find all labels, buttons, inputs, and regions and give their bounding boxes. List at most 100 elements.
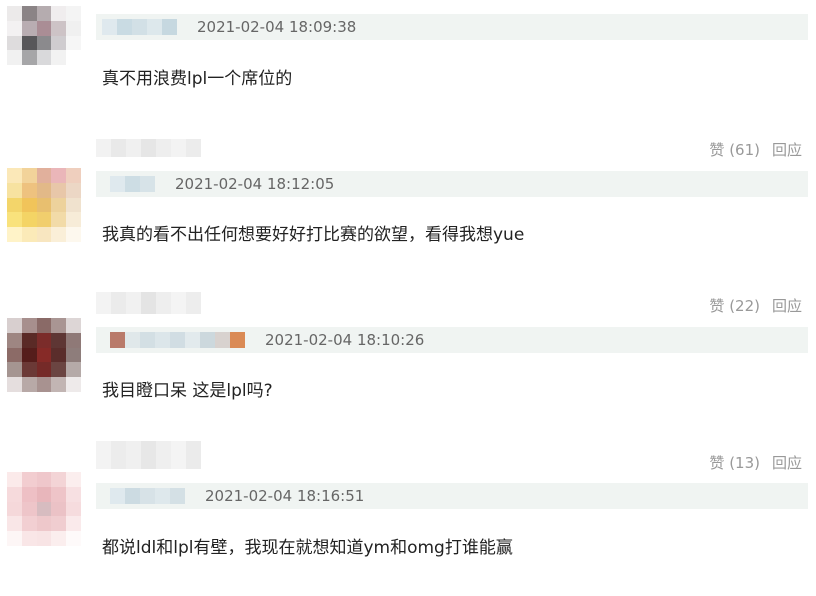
- reply-button[interactable]: 回应: [772, 452, 802, 473]
- avatar-mosaic-cell: [7, 227, 22, 242]
- avatar-mosaic-cell: [51, 20, 67, 36]
- avatar-mosaic-cell: [7, 182, 22, 198]
- avatar-mosaic-cell: [21, 362, 37, 378]
- avatar-mosaic-cell: [66, 501, 81, 517]
- reply-button[interactable]: 回应: [772, 139, 802, 160]
- comment-text: 我真的看不出任何想要好好打比赛的欲望，看得我想yue: [102, 225, 525, 245]
- avatar-mosaic-cell: [36, 377, 52, 392]
- avatar-mosaic-cell: [36, 486, 52, 502]
- avatar-mosaic-cell: [7, 65, 22, 80]
- avatar-mosaic-cell: [36, 472, 52, 487]
- avatar-mosaic-cell: [7, 501, 22, 517]
- avatar-mosaic-cell: [36, 182, 52, 198]
- comment-meta-bar: 2021-02-04 18:12:05: [96, 171, 808, 197]
- avatar-mosaic-cell: [51, 6, 67, 21]
- avatar-mosaic-cell: [7, 35, 22, 51]
- comment-timestamp: 2021-02-04 18:09:38: [197, 18, 357, 36]
- avatar-mosaic-cell: [66, 332, 81, 348]
- avatar-mosaic-cell: [36, 50, 52, 66]
- avatar-mosaic-cell: [36, 6, 52, 21]
- avatar-mosaic-cell: [66, 197, 81, 213]
- avatar-mosaic-cell: [36, 212, 52, 228]
- avatar-mosaic-cell: [36, 531, 52, 546]
- avatar-mosaic-cell: [7, 50, 22, 66]
- avatar-mosaic-cell: [7, 332, 22, 348]
- avatar-mosaic-cell: [21, 486, 37, 502]
- comment-timestamp: 2021-02-04 18:12:05: [175, 175, 335, 193]
- avatar-mosaic-cell: [66, 212, 81, 228]
- avatar-mosaic-cell: [51, 65, 67, 80]
- avatar-mosaic-cell: [66, 182, 81, 198]
- avatar-mosaic-cell: [51, 472, 67, 487]
- avatar-mosaic-cell: [7, 377, 22, 392]
- avatar-mosaic-cell: [66, 347, 81, 363]
- avatar-mosaic-cell: [21, 516, 37, 532]
- comment-text: 都说ldl和lpl有壁，我现在就想知道ym和omg打谁能赢: [102, 538, 513, 558]
- avatar-mosaic-cell: [36, 332, 52, 348]
- avatar-mosaic-cell: [7, 168, 22, 183]
- like-button[interactable]: 赞 (22): [709, 295, 760, 316]
- avatar-mosaic-cell: [21, 35, 37, 51]
- avatar-mosaic-cell: [51, 531, 67, 546]
- avatar-mosaic-cell: [66, 65, 81, 80]
- avatar-mosaic-cell: [51, 377, 67, 392]
- avatar-mosaic-cell: [21, 531, 37, 546]
- avatar-mosaic-cell: [51, 516, 67, 532]
- username-blurred[interactable]: [110, 332, 245, 348]
- avatar-mosaic-cell: [21, 318, 37, 333]
- avatar-mosaic-cell: [51, 212, 67, 228]
- avatar-mosaic-cell: [21, 377, 37, 392]
- avatar-mosaic-cell: [66, 516, 81, 532]
- avatar[interactable]: [7, 168, 81, 242]
- avatar-mosaic-cell: [36, 227, 52, 242]
- avatar-mosaic-cell: [66, 531, 81, 546]
- username-blurred[interactable]: [102, 19, 177, 35]
- avatar-mosaic-cell: [66, 377, 81, 392]
- avatar-mosaic-cell: [36, 20, 52, 36]
- avatar-mosaic-cell: [21, 65, 37, 80]
- avatar-mosaic-cell: [21, 168, 37, 183]
- avatar-mosaic-cell: [36, 65, 52, 80]
- comment-meta-bar: 2021-02-04 18:16:51: [96, 483, 808, 509]
- avatar-mosaic-cell: [7, 212, 22, 228]
- avatar-mosaic-cell: [21, 227, 37, 242]
- avatar-mosaic-cell: [7, 347, 22, 363]
- avatar-mosaic-cell: [21, 501, 37, 517]
- avatar-mosaic-cell: [51, 50, 67, 66]
- avatar-mosaic-cell: [36, 362, 52, 378]
- avatar-mosaic-cell: [51, 168, 67, 183]
- like-button[interactable]: 赞 (13): [709, 452, 760, 473]
- avatar-mosaic-cell: [36, 501, 52, 517]
- like-button[interactable]: 赞 (61): [709, 139, 760, 160]
- avatar[interactable]: [7, 318, 81, 392]
- avatar-mosaic-cell: [7, 472, 22, 487]
- avatar-mosaic-cell: [21, 472, 37, 487]
- avatar-mosaic-cell: [7, 318, 22, 333]
- reply-button[interactable]: 回应: [772, 295, 802, 316]
- username-blurred: [96, 441, 201, 469]
- avatar-mosaic-cell: [36, 197, 52, 213]
- avatar-mosaic-cell: [36, 35, 52, 51]
- username-blurred[interactable]: [110, 488, 185, 504]
- avatar-mosaic-cell: [7, 197, 22, 213]
- avatar-mosaic-cell: [36, 516, 52, 532]
- avatar-mosaic-cell: [51, 182, 67, 198]
- avatar-mosaic-cell: [66, 486, 81, 502]
- avatar-mosaic-cell: [7, 516, 22, 532]
- avatar-mosaic-cell: [51, 501, 67, 517]
- comment-timestamp: 2021-02-04 18:16:51: [205, 487, 365, 505]
- comment-timestamp: 2021-02-04 18:10:26: [265, 331, 425, 349]
- avatar-mosaic-cell: [36, 347, 52, 363]
- avatar[interactable]: [7, 472, 81, 546]
- avatar-mosaic-cell: [66, 168, 81, 183]
- avatar-mosaic-cell: [7, 486, 22, 502]
- username-blurred[interactable]: [110, 176, 155, 192]
- avatar-mosaic-cell: [51, 362, 67, 378]
- comment-actions: 赞 (22) 回应: [709, 295, 802, 316]
- avatar[interactable]: [7, 6, 81, 80]
- comment-meta-bar: 2021-02-04 18:09:38: [96, 14, 808, 40]
- avatar-mosaic-cell: [21, 50, 37, 66]
- avatar-mosaic-cell: [7, 531, 22, 546]
- comment-meta-bar: 2021-02-04 18:10:26: [96, 327, 808, 353]
- avatar-mosaic-cell: [66, 362, 81, 378]
